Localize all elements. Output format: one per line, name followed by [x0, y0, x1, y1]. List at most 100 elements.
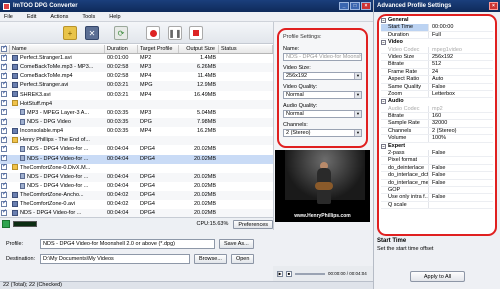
apply-to-all-button[interactable]: Apply to All: [410, 271, 465, 282]
seek-slider[interactable]: [295, 272, 325, 275]
table-row[interactable]: Inconsolable.mp4 00:03:35 MP4 16.2MB: [0, 127, 273, 136]
property-row[interactable]: Audio Codec mp2: [381, 105, 493, 114]
row-checkbox[interactable]: [0, 145, 10, 154]
maximize-button[interactable]: □: [350, 2, 360, 10]
property-row[interactable]: Sample Rate 32000: [381, 120, 493, 128]
table-row[interactable]: TheComfortZone-0.DivX.M...: [0, 164, 273, 173]
property-row[interactable]: do_interlace_dct False: [381, 172, 493, 180]
property-value[interactable]: [429, 187, 493, 193]
minimize-button[interactable]: _: [339, 2, 349, 10]
property-value[interactable]: mp2: [429, 106, 493, 112]
property-row[interactable]: Aspect Ratio Auto: [381, 76, 493, 84]
property-row[interactable]: Duration Full: [381, 31, 493, 40]
property-value[interactable]: False: [429, 84, 493, 90]
property-value[interactable]: 512: [429, 61, 493, 67]
property-value[interactable]: 2 (Stereo): [429, 128, 493, 134]
property-value[interactable]: 256x192: [429, 54, 493, 60]
property-row[interactable]: Bitrate 512: [381, 61, 493, 69]
property-row[interactable]: 2-pass False: [381, 150, 493, 158]
property-value[interactable]: False: [429, 165, 493, 171]
property-value[interactable]: [429, 202, 493, 208]
pause-button[interactable]: ❚❚: [168, 26, 182, 40]
video-quality-select[interactable]: Normal ▼: [283, 91, 362, 99]
property-value[interactable]: False: [429, 180, 493, 186]
row-checkbox[interactable]: [0, 164, 10, 173]
property-row[interactable]: Volume 100%: [381, 135, 493, 143]
property-value[interactable]: False: [429, 194, 493, 200]
property-value[interactable]: Letterbox: [429, 91, 493, 97]
property-row[interactable]: do_deinterlace False: [381, 164, 493, 173]
property-group[interactable]: − General: [381, 17, 493, 24]
row-checkbox[interactable]: [0, 63, 10, 72]
menu-tools[interactable]: Tools: [82, 14, 95, 20]
property-value[interactable]: False: [429, 172, 493, 178]
table-row[interactable]: Henry Phillips - The End of...: [0, 136, 273, 146]
table-row[interactable]: NDS - DPG4 Video-for ... 00:04:04 DPG4 20.0…: [0, 209, 273, 217]
property-value[interactable]: 24: [429, 69, 493, 75]
collapse-icon[interactable]: −: [381, 18, 386, 24]
row-checkbox[interactable]: [0, 173, 10, 182]
collapse-icon[interactable]: −: [381, 143, 386, 149]
column-duration[interactable]: Duration: [105, 45, 138, 53]
table-row[interactable]: NDS - DPG4 Video-for ... 00:04:04 DPG4 20.0…: [0, 154, 273, 164]
column-status[interactable]: Status: [219, 45, 273, 53]
property-row[interactable]: Bitrate 160: [381, 113, 493, 121]
collapse-icon[interactable]: −: [381, 40, 386, 46]
property-row[interactable]: do_interlace_me False: [381, 179, 493, 187]
property-value[interactable]: 00:00:00: [429, 24, 493, 30]
select-all-checkbox[interactable]: [0, 45, 10, 53]
property-value[interactable]: Full: [429, 32, 493, 38]
save-as-button[interactable]: Save As...: [219, 239, 254, 249]
play-icon[interactable]: ▶: [277, 270, 283, 277]
property-row[interactable]: GOP: [381, 186, 493, 195]
row-checkbox[interactable]: [0, 72, 10, 81]
close-icon[interactable]: ×: [489, 2, 498, 10]
menu-edit[interactable]: Edit: [27, 14, 36, 20]
property-value[interactable]: 160: [429, 113, 493, 119]
profile-name-input[interactable]: NDS - DPG4 Video-for Moonshell 2.0: [283, 53, 362, 61]
row-checkbox[interactable]: [0, 127, 10, 136]
stop-button[interactable]: [189, 26, 203, 40]
row-checkbox[interactable]: [0, 182, 10, 191]
menu-file[interactable]: File: [4, 14, 13, 20]
row-checkbox[interactable]: [0, 191, 10, 200]
add-file-button[interactable]: +: [63, 26, 77, 40]
menu-help[interactable]: Help: [109, 14, 120, 20]
property-row[interactable]: Zoom Letterbox: [381, 90, 493, 99]
table-row[interactable]: Perfect.Stranger.avi 00:03:21 MPG 12.9MB: [0, 81, 273, 91]
property-value[interactable]: mpeg1video: [429, 47, 493, 53]
row-checkbox[interactable]: [0, 91, 10, 100]
row-checkbox[interactable]: [0, 155, 10, 164]
property-value[interactable]: 100%: [429, 135, 493, 141]
record-button[interactable]: [146, 26, 160, 40]
table-row[interactable]: HotStuff.mp4: [0, 99, 273, 109]
table-row[interactable]: NDS - DPG4 Video-for ... 00:04:04 DPG4 20.0…: [0, 172, 273, 182]
table-row[interactable]: NDS - DPG Video 00:03:35 DPG 7.98MB: [0, 117, 273, 128]
row-checkbox[interactable]: [0, 200, 10, 209]
column-output-size[interactable]: Output Size: [179, 45, 219, 53]
video-size-select[interactable]: 256x192 ▼: [283, 72, 362, 80]
remove-file-button[interactable]: ✕: [85, 26, 99, 40]
browse-button[interactable]: Browse...: [194, 254, 227, 264]
close-button[interactable]: ×: [361, 2, 371, 10]
property-row[interactable]: Channels 2 (Stereo): [381, 127, 493, 136]
table-row[interactable]: Perfect.Stranger1.avi 00:01:00 MP2 1.4MB: [0, 54, 273, 63]
convert-button[interactable]: ⟳: [114, 26, 128, 40]
table-row[interactable]: TheComfortZone-Ancho... 00:04:02 DPG4 20.02…: [0, 191, 273, 201]
property-row[interactable]: Video Size 256x192: [381, 53, 493, 62]
row-checkbox[interactable]: [0, 100, 10, 109]
property-group[interactable]: − Expert: [381, 143, 493, 150]
row-checkbox[interactable]: [0, 81, 10, 90]
property-group[interactable]: − Video: [381, 39, 493, 46]
destination-field[interactable]: D:\My Documents\My Videos: [40, 254, 190, 264]
property-value[interactable]: False: [429, 150, 493, 156]
property-value[interactable]: [429, 157, 493, 163]
menu-actions[interactable]: Actions: [50, 14, 68, 20]
audio-quality-select[interactable]: Normal ▼: [283, 110, 362, 118]
table-row[interactable]: ComeBackToMe.mp3 - MP3... 00:02:58 MP3 6.26…: [0, 63, 273, 73]
profile-select[interactable]: NDS - DPG4 Video-for Moonshell 2.0 or ab…: [40, 239, 215, 249]
table-row[interactable]: SHREK3.avi 00:03:21 MP4 16.49MB: [0, 91, 273, 100]
column-target-profile[interactable]: Target Profile: [138, 45, 179, 53]
table-row[interactable]: NDS - DPG4 Video-for ... 00:04:04 DPG4 20.0…: [0, 145, 273, 154]
table-row[interactable]: MP3 - MPEG Layer-3 A... 00:03:35 MP3 5.04MB: [0, 109, 273, 118]
